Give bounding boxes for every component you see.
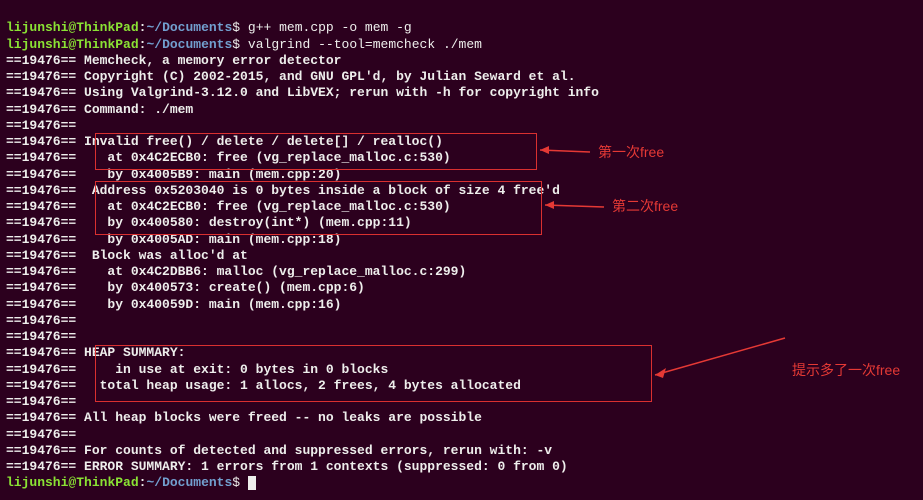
output-line: ==19476== Memcheck, a memory error detec… xyxy=(6,53,341,68)
prompt-host: ThinkPad xyxy=(76,20,138,35)
output-line: ==19476== by 0x400580: destroy(int*) (me… xyxy=(6,215,412,230)
output-line: ==19476== Block was alloc'd at xyxy=(6,248,248,263)
command-2[interactable]: valgrind --tool=memcheck ./mem xyxy=(240,37,482,52)
output-line: ==19476== All heap blocks were freed -- … xyxy=(6,410,482,425)
prompt-user: lijunshi xyxy=(6,37,68,52)
output-line: ==19476== by 0x4005B9: main (mem.cpp:20) xyxy=(6,167,341,182)
prompt-host: ThinkPad xyxy=(76,37,138,52)
output-line: ==19476== xyxy=(6,313,76,328)
output-line: ==19476== at 0x4C2ECB0: free (vg_replace… xyxy=(6,150,451,165)
output-line: ==19476== ERROR SUMMARY: 1 errors from 1… xyxy=(6,459,568,474)
output-line: ==19476== in use at exit: 0 bytes in 0 b… xyxy=(6,362,388,377)
prompt-user: lijunshi xyxy=(6,475,68,490)
output-line: ==19476== at 0x4C2DBB6: malloc (vg_repla… xyxy=(6,264,466,279)
output-line: ==19476== Copyright (C) 2002-2015, and G… xyxy=(6,69,576,84)
command-1[interactable]: g++ mem.cpp -o mem -g xyxy=(240,20,412,35)
prompt-path: ~/Documents xyxy=(146,475,232,490)
output-line: ==19476== xyxy=(6,427,76,442)
prompt-host: ThinkPad xyxy=(76,475,138,490)
output-line: ==19476== xyxy=(6,329,76,344)
output-line: ==19476== total heap usage: 1 allocs, 2 … xyxy=(6,378,521,393)
terminal-output: lijunshi@ThinkPad:~/Documents$ g++ mem.c… xyxy=(0,0,923,496)
output-line: ==19476== HEAP SUMMARY: xyxy=(6,345,185,360)
prompt-path: ~/Documents xyxy=(146,20,232,35)
prompt-dollar: $ xyxy=(232,20,240,35)
prompt-dollar: $ xyxy=(232,37,240,52)
output-line: ==19476== xyxy=(6,118,76,133)
output-line: ==19476== Address 0x5203040 is 0 bytes i… xyxy=(6,183,560,198)
output-line: ==19476== at 0x4C2ECB0: free (vg_replace… xyxy=(6,199,451,214)
output-line: ==19476== by 0x4005AD: main (mem.cpp:18) xyxy=(6,232,341,247)
output-line: ==19476== Command: ./mem xyxy=(6,102,193,117)
prompt-dollar: $ xyxy=(232,475,240,490)
output-line: ==19476== For counts of detected and sup… xyxy=(6,443,552,458)
output-line: ==19476== Using Valgrind-3.12.0 and LibV… xyxy=(6,85,599,100)
cursor-icon[interactable] xyxy=(248,476,256,490)
output-line: ==19476== xyxy=(6,394,76,409)
output-line: ==19476== by 0x400573: create() (mem.cpp… xyxy=(6,280,365,295)
output-line: ==19476== by 0x40059D: main (mem.cpp:16) xyxy=(6,297,341,312)
output-line: ==19476== Invalid free() / delete / dele… xyxy=(6,134,443,149)
prompt-path: ~/Documents xyxy=(146,37,232,52)
prompt-user: lijunshi xyxy=(6,20,68,35)
